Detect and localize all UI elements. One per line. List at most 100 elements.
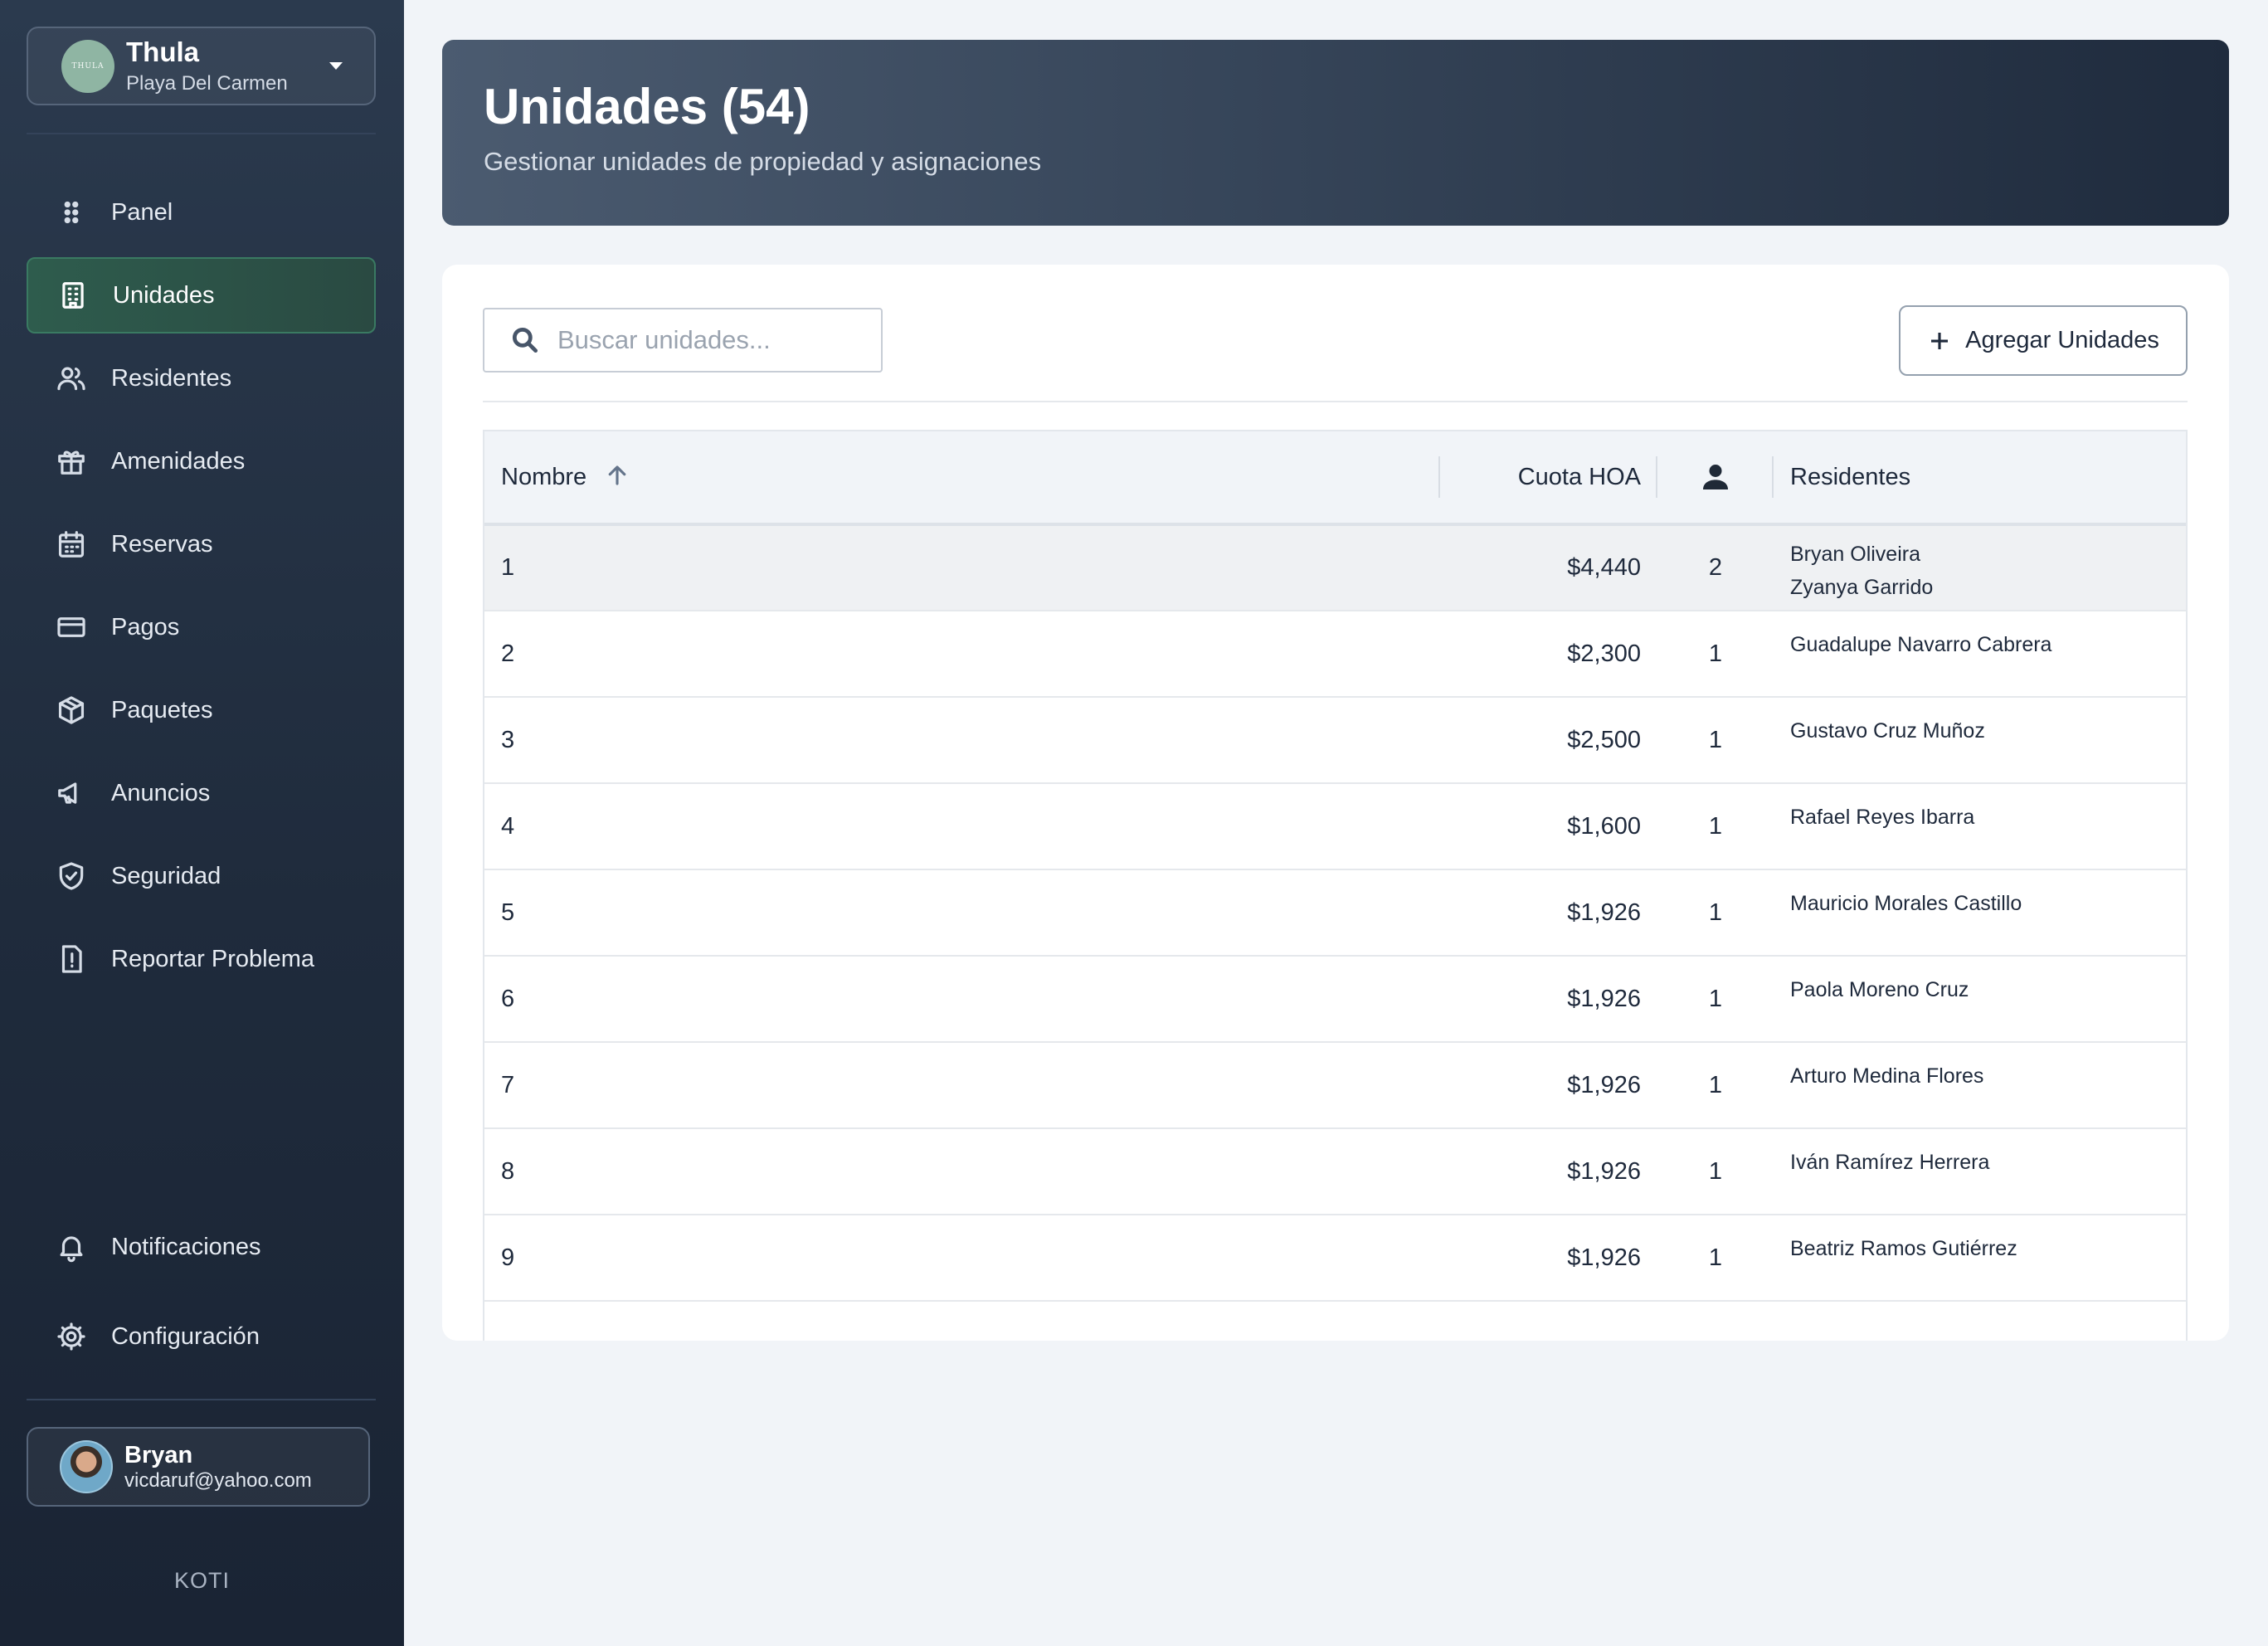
column-header-residentes[interactable]: Residentes [1774, 431, 2186, 524]
resident-name: Gustavo Cruz Muñoz [1790, 719, 1985, 743]
column-header-cuota-hoa[interactable]: Cuota HOA [1440, 431, 1657, 524]
shield-icon [55, 860, 88, 893]
sidebar-item-anuncios[interactable]: Anuncios [27, 755, 376, 831]
sidebar-item-label: Notificaciones [111, 1233, 261, 1260]
column-header-nombre[interactable]: Nombre [484, 431, 1440, 524]
column-label: Nombre [501, 464, 587, 490]
unit-fee: $2,300 [1567, 640, 1641, 667]
resident-count: 1 [1708, 898, 1723, 926]
sort-ascending-icon[interactable] [605, 463, 630, 488]
sidebar-item-seguridad[interactable]: Seguridad [27, 838, 376, 914]
page-header: Unidades (54) Gestionar unidades de prop… [442, 40, 2229, 226]
sidebar-item-residentes[interactable]: Residentes [27, 340, 376, 416]
units-table: Nombre Cuota HOA Residentes 1 $4,440 2 B… [483, 430, 2188, 1341]
user-menu[interactable]: Bryan vicdaruf@yahoo.com [27, 1427, 370, 1507]
brand-footer: KOTI [173, 1568, 230, 1593]
units-card: Agregar Unidades Nombre Cuota HOA [442, 265, 2229, 1341]
add-units-button[interactable]: Agregar Unidades [1899, 305, 2188, 376]
chevron-down-icon[interactable] [329, 62, 343, 70]
unit-name: 1 [501, 554, 515, 581]
resident-count: 1 [1708, 1244, 1723, 1271]
gear-icon [55, 1320, 88, 1353]
table-row[interactable]: 6 $1,926 1 Paola Moreno Cruz [484, 956, 2186, 1042]
sidebar-item-label: Configuración [111, 1322, 260, 1350]
column-label: Residentes [1790, 463, 1911, 490]
sidebar-item-amenidades[interactable]: Amenidades [27, 423, 376, 499]
sidebar: THULA Thula Playa Del Carmen Panel Unida… [0, 0, 404, 1646]
table-header-row: Nombre Cuota HOA Residentes [484, 431, 2186, 524]
user-email: vicdaruf@yahoo.com [124, 1468, 312, 1492]
user-name: Bryan [124, 1441, 193, 1468]
search-input[interactable] [557, 325, 873, 355]
table-row[interactable]: 2 $2,300 1 Guadalupe Navarro Cabrera [484, 611, 2186, 697]
org-location: Playa Del Carmen [126, 71, 288, 95]
search-icon [512, 327, 538, 353]
sidebar-item-reportar-problema[interactable]: Reportar Problema [27, 921, 376, 997]
table-row[interactable]: 7 $1,926 1 Arturo Medina Flores [484, 1042, 2186, 1128]
resident-name: Beatriz Ramos Gutiérrez [1790, 1237, 2017, 1260]
table-row[interactable]: 9 $1,926 1 Beatriz Ramos Gutiérrez [484, 1215, 2186, 1301]
resident-name: Paola Moreno Cruz [1790, 978, 1969, 1001]
person-icon [1703, 465, 1728, 489]
sidebar-item-pagos[interactable]: Pagos [27, 589, 376, 665]
resident-list: Rafael Reyes Ibarra [1774, 783, 2186, 869]
column-header-resident-count[interactable] [1657, 431, 1774, 524]
resident-list: Guadalupe Navarro Cabrera [1774, 611, 2186, 697]
unit-fee: $1,926 [1567, 1157, 1641, 1185]
plus-icon [1931, 332, 1949, 349]
table-row[interactable]: 1 $4,440 2 Bryan Oliveira Zyanya Garrido [484, 524, 2186, 611]
table-row[interactable] [484, 1301, 2186, 1341]
resident-count: 1 [1708, 640, 1723, 667]
page-title: Unidades (54) [484, 79, 810, 134]
resident-count: 1 [1708, 812, 1723, 840]
sidebar-item-label: Paquetes [111, 696, 213, 723]
sidebar-item-panel[interactable]: Panel [27, 174, 376, 251]
search-box[interactable] [483, 308, 883, 373]
resident-name: Iván Ramírez Herrera [1790, 1151, 1990, 1174]
resident-name: Bryan Oliveira [1790, 543, 1920, 566]
gift-icon [55, 445, 88, 478]
table-row[interactable]: 3 $2,500 1 Gustavo Cruz Muñoz [484, 697, 2186, 783]
resident-list: Arturo Medina Flores [1774, 1042, 2186, 1128]
sidebar-item-label: Seguridad [111, 862, 221, 889]
unit-name: 2 [501, 640, 515, 667]
resident-name: Arturo Medina Flores [1790, 1064, 1984, 1088]
org-switcher[interactable]: THULA Thula Playa Del Carmen [27, 27, 376, 105]
page-subtitle: Gestionar unidades de propiedad y asigna… [484, 147, 1042, 176]
sidebar-item-label: Unidades [113, 281, 215, 309]
resident-count: 2 [1708, 554, 1723, 581]
sidebar-item-notificaciones[interactable]: Notificaciones [27, 1205, 376, 1288]
table-row[interactable]: 5 $1,926 1 Mauricio Morales Castillo [484, 869, 2186, 956]
sidebar-bottom-nav: Notificaciones Configuración [27, 1205, 376, 1385]
sidebar-divider [27, 133, 376, 134]
sidebar-nav: Panel Unidades Residentes Amenidades Res… [27, 174, 376, 1004]
sidebar-item-unidades[interactable]: Unidades [27, 257, 376, 334]
sidebar-item-reservas[interactable]: Reservas [27, 506, 376, 582]
unit-name: 3 [501, 726, 515, 753]
resident-name: Guadalupe Navarro Cabrera [1790, 633, 2052, 656]
resident-count: 1 [1708, 1157, 1723, 1185]
bell-icon [55, 1230, 88, 1264]
calendar-icon [55, 528, 88, 561]
table-row[interactable]: 4 $1,600 1 Rafael Reyes Ibarra [484, 783, 2186, 869]
resident-list: Beatriz Ramos Gutiérrez [1774, 1215, 2186, 1301]
table-row[interactable]: 8 $1,926 1 Iván Ramírez Herrera [484, 1128, 2186, 1215]
unit-fee: $1,926 [1567, 985, 1641, 1012]
sidebar-item-label: Amenidades [111, 447, 246, 475]
megaphone-icon [55, 777, 88, 810]
org-name: Thula [126, 37, 199, 68]
resident-name: Rafael Reyes Ibarra [1790, 806, 1975, 829]
sidebar-divider [27, 1399, 376, 1400]
unit-name: 8 [501, 1157, 515, 1185]
sidebar-item-label: Reportar Problema [111, 945, 314, 972]
column-label: Cuota HOA [1517, 463, 1641, 490]
sidebar-item-configuracion[interactable]: Configuración [27, 1295, 376, 1378]
users-icon [55, 362, 88, 395]
sidebar-item-label: Reservas [111, 530, 213, 558]
resident-count: 1 [1708, 726, 1723, 753]
unit-name: 6 [501, 985, 515, 1012]
unit-name: 7 [501, 1071, 515, 1098]
unit-name: 9 [501, 1244, 515, 1271]
sidebar-item-paquetes[interactable]: Paquetes [27, 672, 376, 748]
sidebar-item-label: Panel [111, 198, 173, 226]
